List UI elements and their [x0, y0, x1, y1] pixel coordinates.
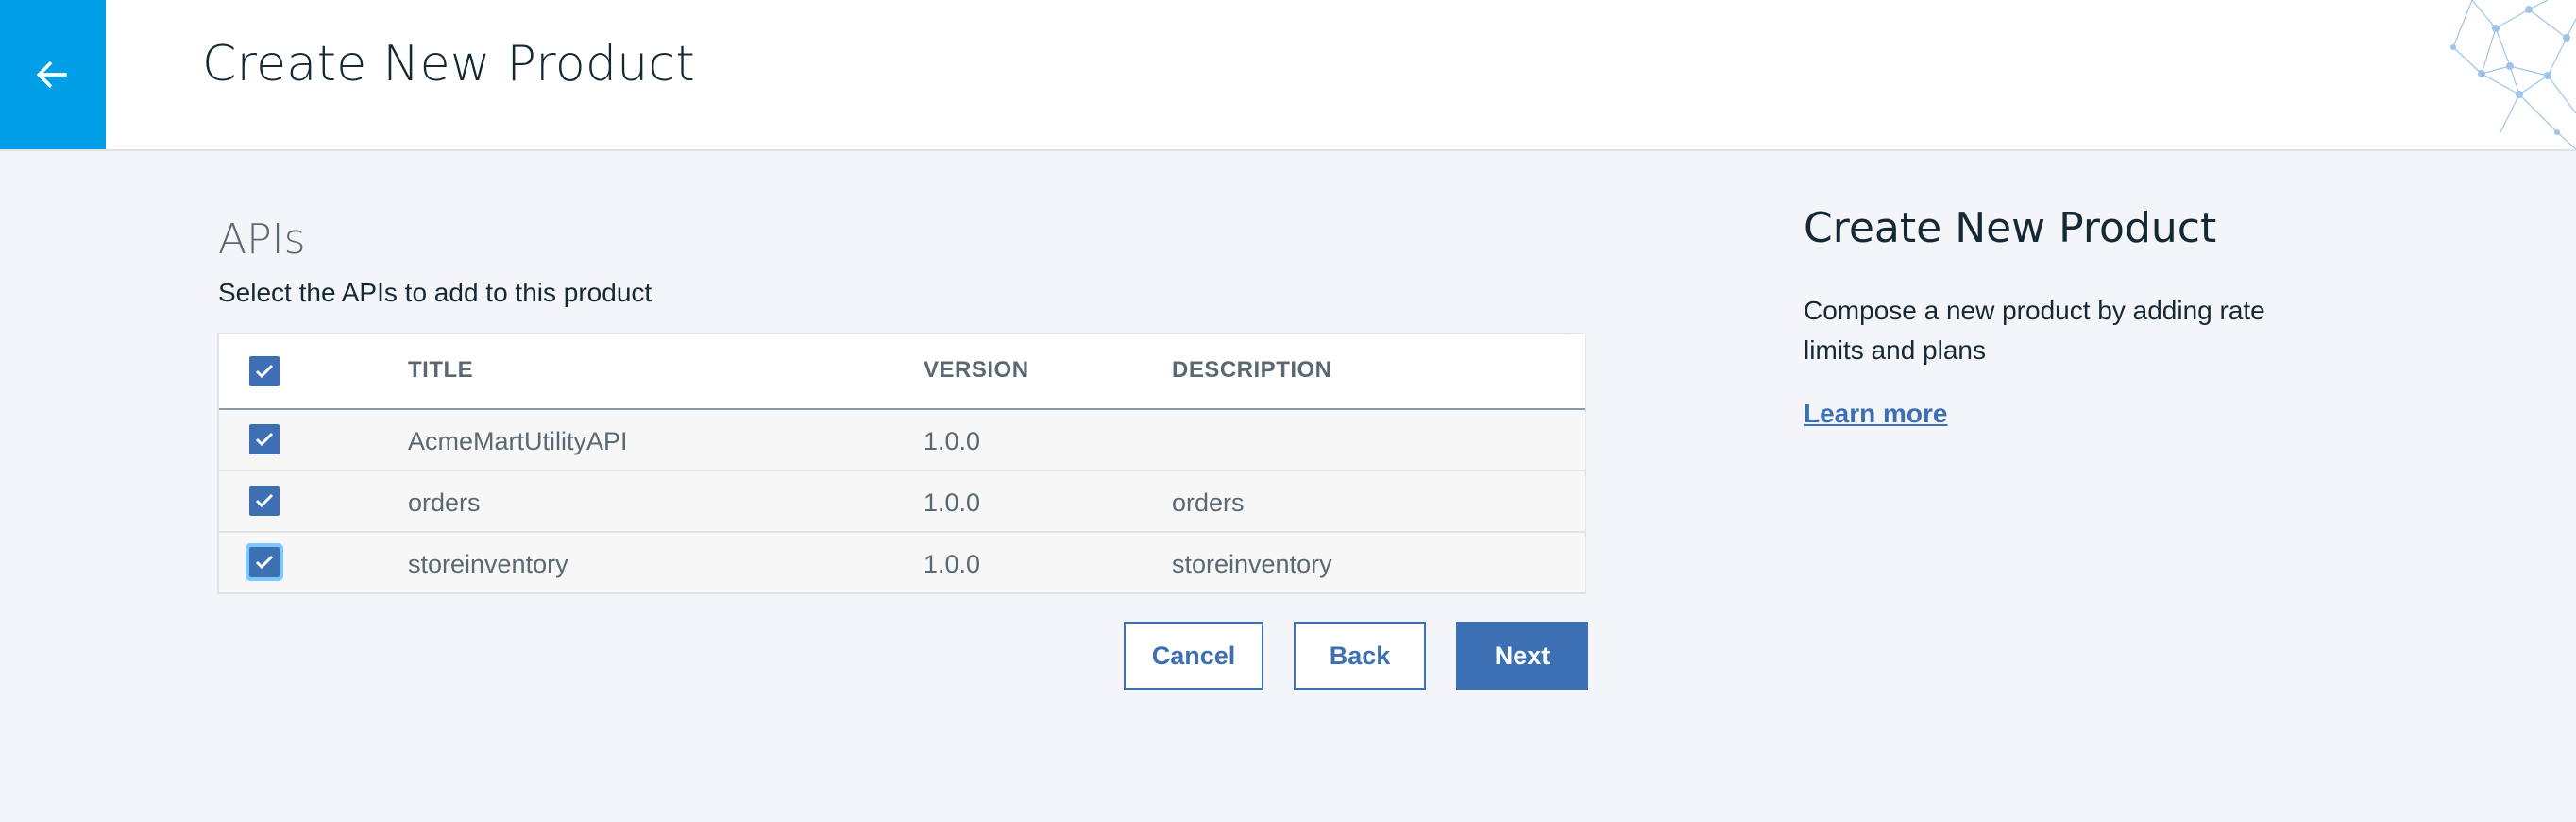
table-row: AcmeMartUtilityAPI 1.0.0 — [219, 410, 1585, 471]
column-header-title[interactable]: TITLE — [408, 357, 473, 384]
next-button[interactable]: Next — [1456, 622, 1588, 690]
arrow-left-icon — [36, 60, 67, 89]
back-button[interactable]: Back — [1294, 622, 1426, 690]
column-header-version[interactable]: VERSION — [924, 357, 1029, 384]
row-checkbox[interactable] — [249, 424, 280, 454]
page-title: Create New Product — [202, 36, 696, 93]
section-title: APIs — [218, 215, 306, 264]
back-nav-button[interactable] — [0, 0, 106, 149]
cancel-button[interactable]: Cancel — [1124, 622, 1263, 690]
learn-more-link[interactable]: Learn more — [1804, 399, 1948, 429]
cell-version: 1.0.0 — [924, 488, 981, 517]
cell-title: AcmeMartUtilityAPI — [408, 427, 628, 455]
help-panel-text: Compose a new product by adding rate lim… — [1804, 296, 2265, 365]
column-header-description[interactable]: DESCRIPTION — [1172, 357, 1332, 384]
table-row: orders 1.0.0 orders — [219, 471, 1585, 533]
cell-version: 1.0.0 — [924, 427, 981, 455]
network-decoration-icon — [2450, 0, 2576, 149]
row-checkbox[interactable] — [249, 486, 280, 516]
cell-version: 1.0.0 — [924, 550, 981, 578]
cell-description: orders — [1172, 488, 1245, 517]
apis-table: TITLE VERSION DESCRIPTION AcmeMartUtilit… — [217, 333, 1586, 594]
row-checkbox[interactable] — [249, 547, 280, 577]
table-header: TITLE VERSION DESCRIPTION — [219, 334, 1585, 410]
cell-title: storeinventory — [408, 550, 568, 578]
checkmark-icon — [255, 364, 274, 379]
cell-title: orders — [408, 488, 481, 517]
checkmark-icon — [255, 493, 274, 508]
table-row: storeinventory 1.0.0 storeinventory — [219, 533, 1585, 592]
page-header: Create New Product — [0, 0, 2576, 151]
help-panel-title: Create New Product — [1804, 204, 2217, 252]
select-all-checkbox[interactable] — [249, 356, 280, 386]
cell-description: storeinventory — [1172, 550, 1332, 578]
checkmark-icon — [255, 432, 274, 447]
checkmark-icon — [255, 555, 274, 570]
section-subtitle: Select the APIs to add to this product — [218, 278, 652, 307]
